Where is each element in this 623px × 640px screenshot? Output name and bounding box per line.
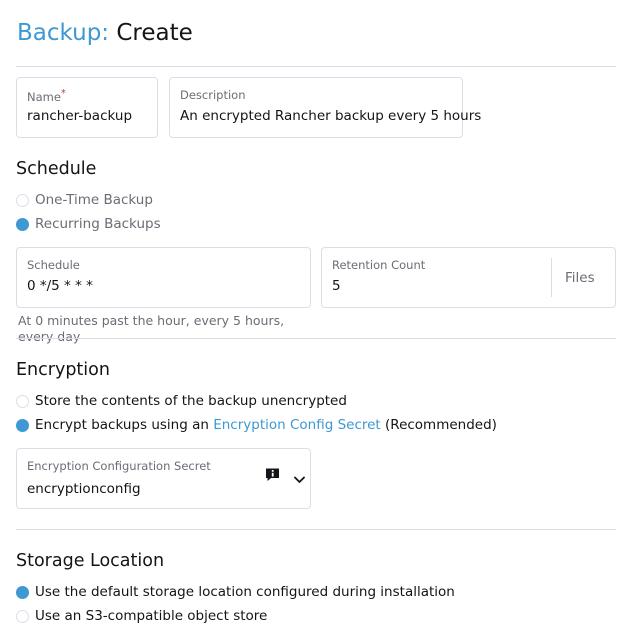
description-field-label: Description [180,88,246,102]
radio-label-prefix: Encrypt backups using an [35,417,209,433]
description-input[interactable]: An encrypted Rancher backup every 5 hour… [180,108,481,124]
radio-recurring-backups[interactable]: Recurring Backups [16,214,161,234]
retention-count-field[interactable]: Retention Count 5 Files [321,247,616,308]
retention-count-input[interactable]: 5 [332,278,341,294]
page-title: Backup: Create [17,18,193,48]
encryption-config-secret-link[interactable]: Encryption Config Secret [213,417,381,433]
suffix-divider [551,258,552,297]
encryption-secret-label: Encryption Configuration Secret [27,459,211,473]
encryption-secret-value: encryptionconfig [27,481,141,497]
page-title-text: Create [116,20,193,46]
schedule-field-label: Schedule [27,258,80,272]
schedule-heading: Schedule [16,159,97,179]
storage-location-heading: Storage Location [16,551,165,571]
retention-unit-suffix: Files [565,270,595,286]
name-field[interactable]: Name* rancher-backup [16,77,158,138]
encryption-divider [16,529,616,530]
encryption-secret-select[interactable]: Encryption Configuration Secret encrypti… [16,448,311,509]
radio-s3-storage[interactable]: Use an S3-compatible object store [16,606,267,626]
name-input[interactable]: rancher-backup [27,108,132,124]
radio-button[interactable] [16,193,29,207]
schedule-divider [16,338,616,339]
radio-one-time-backup[interactable]: One-Time Backup [16,190,153,210]
radio-button-selected[interactable] [16,217,29,231]
radio-label: Store the contents of the backup unencry… [35,393,347,409]
radio-label-suffix: (Recommended) [385,417,497,433]
radio-button-selected[interactable] [16,585,29,599]
radio-button[interactable] [16,394,29,408]
radio-button[interactable] [16,609,29,623]
required-mark: * [60,88,66,99]
radio-label: One-Time Backup [35,192,153,208]
info-icon[interactable] [265,467,280,482]
chevron-down-icon[interactable] [294,476,305,484]
schedule-field[interactable]: Schedule 0 */5 * * * [16,247,311,308]
radio-encrypted[interactable]: Encrypt backups using an Encryption Conf… [16,415,497,435]
radio-label: Use an S3-compatible object store [35,608,268,624]
name-field-label: Name* [27,88,66,104]
breadcrumb-backup[interactable]: Backup: [17,20,109,46]
radio-default-storage[interactable]: Use the default storage location configu… [16,582,455,602]
radio-label: Recurring Backups [35,216,161,232]
description-field[interactable]: Description An encrypted Rancher backup … [169,77,481,138]
radio-unencrypted[interactable]: Store the contents of the backup unencry… [16,391,347,411]
retention-count-label: Retention Count [332,258,426,272]
title-divider [16,66,616,67]
schedule-hint: At 0 minutes past the hour, every 5 hour… [18,313,285,344]
radio-button-selected[interactable] [16,418,29,432]
radio-label: Use the default storage location configu… [35,584,455,600]
schedule-input[interactable]: 0 */5 * * * [27,278,93,294]
encryption-heading: Encryption [16,360,110,380]
